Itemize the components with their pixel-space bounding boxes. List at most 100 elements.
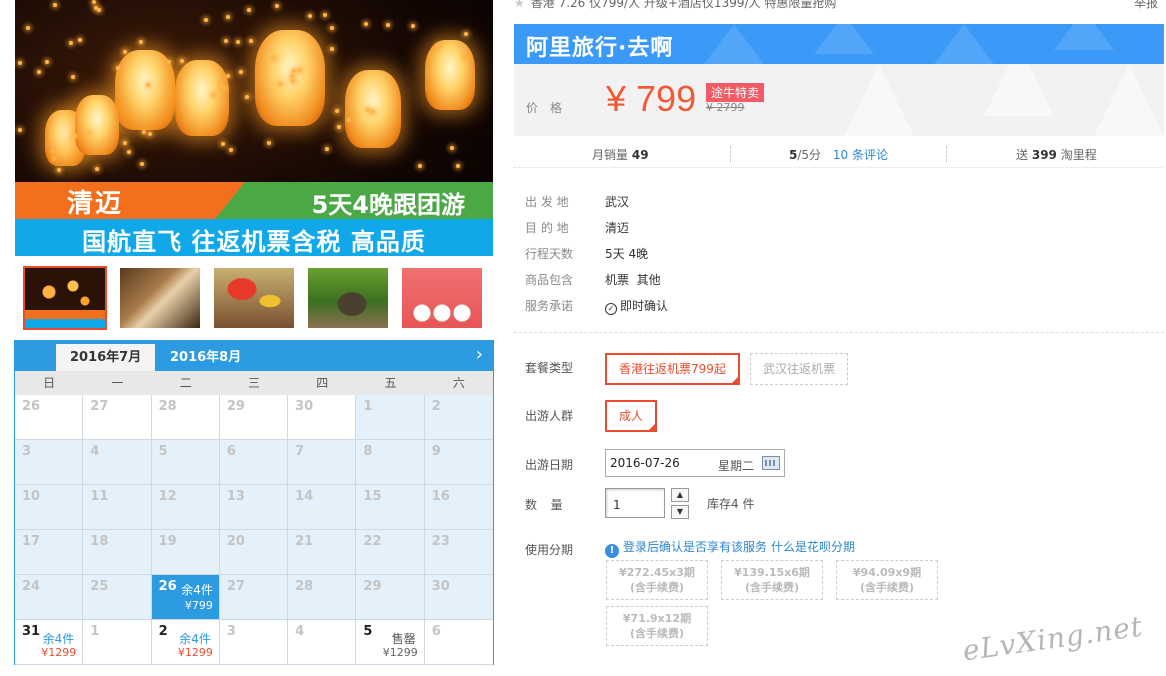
thumbnail-tour-poster[interactable] (402, 268, 482, 328)
promo-badge: 途牛特卖 (706, 83, 765, 102)
installment-3[interactable]: ¥272.45x3期 (含手续费) (606, 560, 708, 600)
info-service: 服务承诺 ✓ 即时确认 (525, 299, 669, 315)
info-duration: 行程天数 5天 4晚 (525, 247, 649, 261)
traveler-option-adult[interactable]: 成人 ✓ (605, 400, 658, 432)
lantern-light (78, 38, 82, 42)
reviews-link[interactable]: 10 条评论 (833, 148, 888, 162)
calendar-day: 15 (356, 485, 425, 530)
day-number: 29 (363, 579, 382, 594)
chevron-right-icon[interactable]: › (476, 344, 483, 365)
lantern-shape (255, 30, 325, 126)
day-number: 14 (295, 489, 314, 504)
day-number: 10 (22, 489, 41, 504)
package-option-hongkong[interactable]: 香港往返机票799起 ✓ (605, 353, 740, 385)
hero-destination: 清迈 (67, 189, 124, 219)
calendar-day: 11 (83, 485, 152, 530)
day-number: 1 (90, 624, 100, 639)
lantern-light (229, 148, 233, 152)
package-option-wuhan[interactable]: 武汉往返机票 (750, 353, 849, 385)
lantern-light (272, 56, 276, 60)
calendar-day[interactable]: 31 余4件 ¥1299 (15, 620, 84, 665)
day-number: 26 (22, 399, 41, 414)
installment-6[interactable]: ¥139.15x6期 (含手续费) (721, 560, 823, 600)
quantity-up-icon[interactable]: ▲ (671, 488, 689, 502)
calendar-weekdays: 日一二三四五六 (15, 371, 493, 395)
calendar-day-selected[interactable]: 26 余4件 ¥799 (151, 575, 220, 620)
lantern-light (142, 130, 146, 134)
lantern-light (224, 39, 228, 43)
calendar-day: 29 (219, 395, 289, 440)
section-divider (514, 332, 1164, 333)
lantern-light (140, 162, 144, 166)
selected-check-icon: ✓ (731, 368, 738, 377)
day-stock: 售罄 (391, 632, 416, 646)
favorite-star-icon[interactable]: ★ (514, 0, 525, 10)
travel-date-picker[interactable]: 2016-07-26 星期二 (605, 449, 785, 477)
quantity-input[interactable]: 1 (605, 488, 665, 518)
day-number: 8 (363, 444, 373, 459)
calendar-day: 26 (15, 395, 84, 440)
tab-august-2016[interactable]: 2016年8月 (156, 344, 255, 371)
thumbnail-craft-workshop[interactable] (120, 268, 200, 328)
lantern-light (386, 23, 390, 27)
lantern-shape (345, 70, 401, 148)
day-number: 3 (22, 444, 32, 459)
day-number: 16 (431, 489, 450, 504)
thumbnail-festival-umbrellas[interactable] (214, 268, 294, 328)
login-link[interactable]: 登录后确认是否享有该服务 (623, 540, 767, 554)
calendar-day: 27 (83, 395, 152, 440)
calendar-day: 25 (83, 575, 152, 620)
day-number: 31 (22, 624, 41, 639)
lantern-light (212, 93, 216, 97)
thumbnail-elephant-trekking[interactable] (308, 268, 388, 328)
hero-subtitle: 国航直飞 往返机票含税 高品质 (82, 228, 426, 256)
installment-9[interactable]: ¥94.09x9期 (含手续费) (836, 560, 938, 600)
weekday-label: 四 (316, 376, 329, 390)
calendar-day[interactable]: 2 余4件 ¥1299 (151, 620, 220, 665)
quantity-down-icon[interactable]: ▼ (671, 505, 689, 519)
lantern-light (45, 60, 49, 64)
calendar-day: 14 (288, 485, 357, 530)
tab-july-2016[interactable]: 2016年7月 (56, 344, 156, 371)
lantern-shape (425, 40, 475, 110)
lantern-light (464, 32, 468, 36)
calendar-day: 2 (424, 395, 493, 440)
rating: 5/5分 10 条评论 (789, 148, 888, 162)
lantern-light (275, 4, 279, 8)
lantern-light (323, 13, 327, 17)
calendar-day[interactable]: 5 售罄 ¥1299 (356, 620, 425, 665)
huabei-help-link[interactable]: 什么是花呗分期 (771, 540, 855, 554)
thumbnail-lantern-festival[interactable] (23, 266, 107, 330)
brand-title: 阿里旅行·去啊 (526, 36, 674, 61)
travel-date-value: 2016-07-26 (610, 456, 680, 470)
lantern-light (335, 109, 339, 113)
info-icon: ! (605, 544, 619, 558)
report-link[interactable]: 举报 (1134, 0, 1158, 11)
price-box: 价格 ¥ 799 途牛特卖 ¥ 2799 (514, 64, 1164, 136)
original-price: ¥ 2799 (706, 101, 745, 114)
calendar-day: 22 (356, 530, 425, 575)
day-number: 28 (158, 399, 177, 414)
lantern-light (371, 110, 375, 114)
day-number: 7 (295, 444, 305, 459)
lantern-light (308, 14, 312, 18)
quantity-label: 数 量 (525, 498, 565, 512)
day-price: ¥1299 (177, 646, 213, 659)
lantern-shape (115, 50, 175, 130)
lantern-light (51, 149, 55, 153)
day-number: 2 (431, 399, 441, 414)
day-number: 3 (226, 624, 236, 639)
installment-12[interactable]: ¥71.9x12期 (含手续费) (606, 606, 708, 646)
calendar-icon[interactable] (762, 456, 780, 470)
calendar-day: 5 (151, 440, 220, 485)
calendar-grid: 26 27 28 29 30 1 2 3 4 5 6 7 8 9 10 11 12 13 14 15 16 17 18 19 2… (15, 395, 493, 665)
day-number: 27 (226, 579, 245, 594)
calendar-day: 13 (219, 485, 289, 530)
installment-label: 使用分期 (525, 543, 574, 557)
calendar-day: 3 (15, 440, 84, 485)
reward-points: 送 399 淘里程 (1016, 148, 1097, 162)
day-number: 15 (363, 489, 382, 504)
hero-duration: 5天4晚跟团游 (311, 191, 465, 219)
watermark: eLvXing.net (960, 609, 1146, 668)
day-number: 9 (431, 444, 441, 459)
